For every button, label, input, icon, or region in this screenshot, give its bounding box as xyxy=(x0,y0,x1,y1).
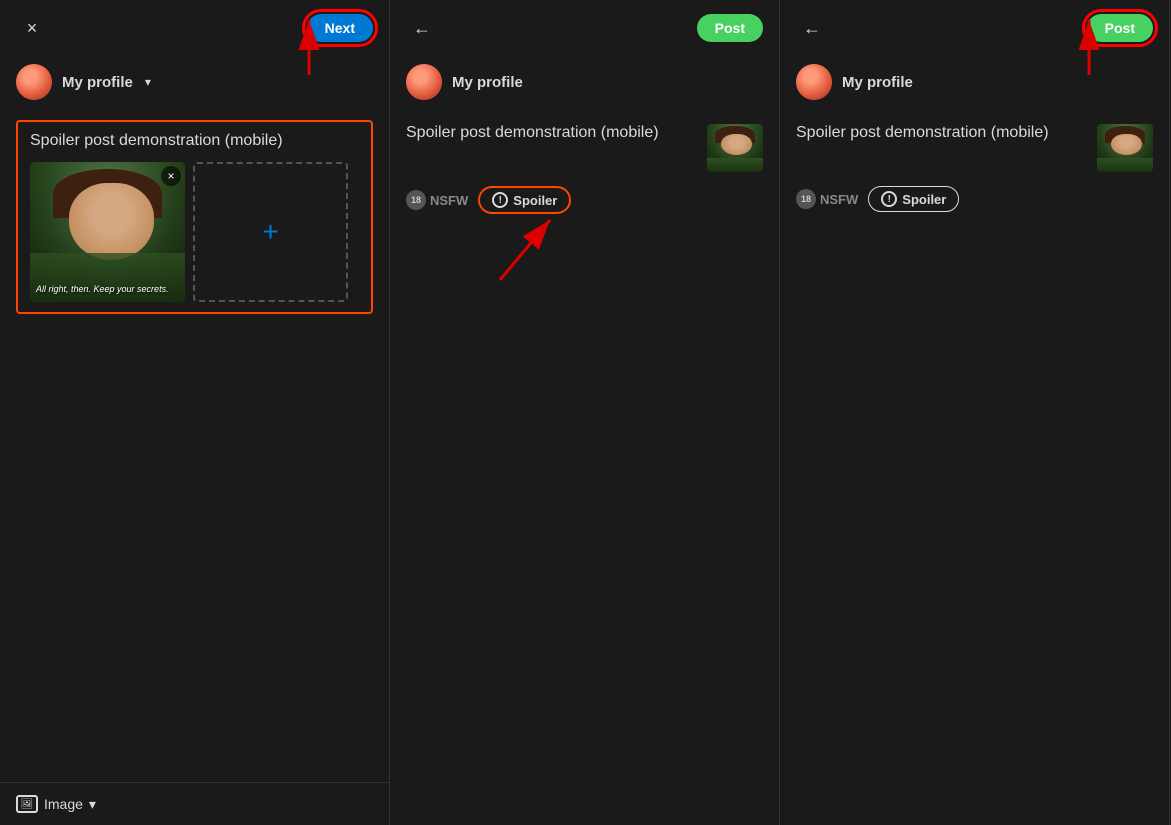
post-header-row-2: Spoiler post demonstration (mobile) xyxy=(406,124,763,172)
profile-row-3[interactable]: My profile xyxy=(780,56,1169,108)
spoiler-icon-2: ! xyxy=(492,192,508,208)
frodo-image xyxy=(30,162,185,302)
uploaded-image: All right, then. Keep your secrets. × xyxy=(30,162,185,302)
post-button-3[interactable]: Post xyxy=(1087,14,1153,42)
image-icon: 🖼 xyxy=(16,795,38,813)
avatar-3 xyxy=(796,64,832,100)
post-thumbnail-2 xyxy=(707,124,763,172)
nsfw-circle-2: 18 xyxy=(406,190,426,210)
panel-1-footer: 🖼 Image ▾ xyxy=(0,782,389,825)
post-title-2: Spoiler post demonstration (mobile) xyxy=(406,124,699,142)
panel-3-header: ← Post xyxy=(780,0,1169,56)
close-button[interactable]: × xyxy=(16,12,48,44)
post-preview-3: Spoiler post demonstration (mobile) 18 N… xyxy=(780,108,1169,228)
panel-2-header: ← Post xyxy=(390,0,779,56)
spoiler-icon-3: ! xyxy=(881,191,897,207)
avatar-img-2 xyxy=(406,64,442,100)
profile-row-2[interactable]: My profile xyxy=(390,56,779,108)
post-thumbnail-3 xyxy=(1097,124,1153,172)
post-thumb-image-2 xyxy=(707,124,763,172)
avatar-1 xyxy=(16,64,52,100)
post-preview-2: Spoiler post demonstration (mobile) 18 N… xyxy=(390,108,779,230)
back-button-3[interactable]: ← xyxy=(796,12,828,44)
image-type-label: Image xyxy=(44,796,83,812)
post-title-section[interactable]: All right, then. Keep your secrets. × + xyxy=(16,120,373,314)
add-image-button[interactable]: + xyxy=(193,162,348,302)
avatar-2 xyxy=(406,64,442,100)
nsfw-badge-3[interactable]: 18 NSFW xyxy=(796,189,858,209)
avatar-img-3 xyxy=(796,64,832,100)
spoiler-badge-3[interactable]: ! Spoiler xyxy=(868,186,959,212)
remove-image-button[interactable]: × xyxy=(161,166,181,186)
header-left: × xyxy=(16,12,48,44)
header-left-2: ← xyxy=(406,12,438,44)
spoiler-label-3: Spoiler xyxy=(902,192,946,207)
back-button-2[interactable]: ← xyxy=(406,12,438,44)
panel-3: ← Post My profile Spoiler post demonstra… xyxy=(780,0,1170,825)
spoiler-badge-2[interactable]: ! Spoiler xyxy=(478,186,571,214)
frodo-face xyxy=(69,183,154,260)
panel-1: × Next My profile ▾ xyxy=(0,0,390,825)
nsfw-label-2: NSFW xyxy=(430,193,468,208)
profile-name-2: My profile xyxy=(452,74,523,91)
image-type-button[interactable]: 🖼 Image ▾ xyxy=(16,795,96,813)
post-title-input[interactable] xyxy=(30,132,359,150)
panel-2: ← Post My profile Spoiler post demonstra… xyxy=(390,0,780,825)
frodo-caption: All right, then. Keep your secrets. xyxy=(36,284,179,294)
avatar-img-1 xyxy=(16,64,52,100)
profile-name-1: My profile xyxy=(62,74,133,91)
post-title-3: Spoiler post demonstration (mobile) xyxy=(796,124,1089,142)
image-upload-area: All right, then. Keep your secrets. × + xyxy=(30,162,359,302)
chevron-down-icon-1: ▾ xyxy=(145,75,151,89)
plus-icon: + xyxy=(262,216,278,248)
next-button[interactable]: Next xyxy=(307,14,373,42)
nsfw-badge-2[interactable]: 18 NSFW xyxy=(406,190,468,210)
panel-1-header: × Next xyxy=(0,0,389,56)
image-type-chevron: ▾ xyxy=(89,796,96,813)
tags-row-3: 18 NSFW ! Spoiler xyxy=(796,186,1153,212)
tags-row-2: 18 NSFW ! Spoiler xyxy=(406,186,763,214)
post-button-2[interactable]: Post xyxy=(697,14,763,42)
profile-name-3: My profile xyxy=(842,74,913,91)
post-header-row-3: Spoiler post demonstration (mobile) xyxy=(796,124,1153,172)
nsfw-circle-3: 18 xyxy=(796,189,816,209)
nsfw-label-3: NSFW xyxy=(820,192,858,207)
profile-row-1[interactable]: My profile ▾ xyxy=(0,56,389,108)
header-left-3: ← xyxy=(796,12,828,44)
post-thumb-image-3 xyxy=(1097,124,1153,172)
content-area-1: All right, then. Keep your secrets. × + xyxy=(0,108,389,782)
spoiler-label-2: Spoiler xyxy=(513,193,557,208)
